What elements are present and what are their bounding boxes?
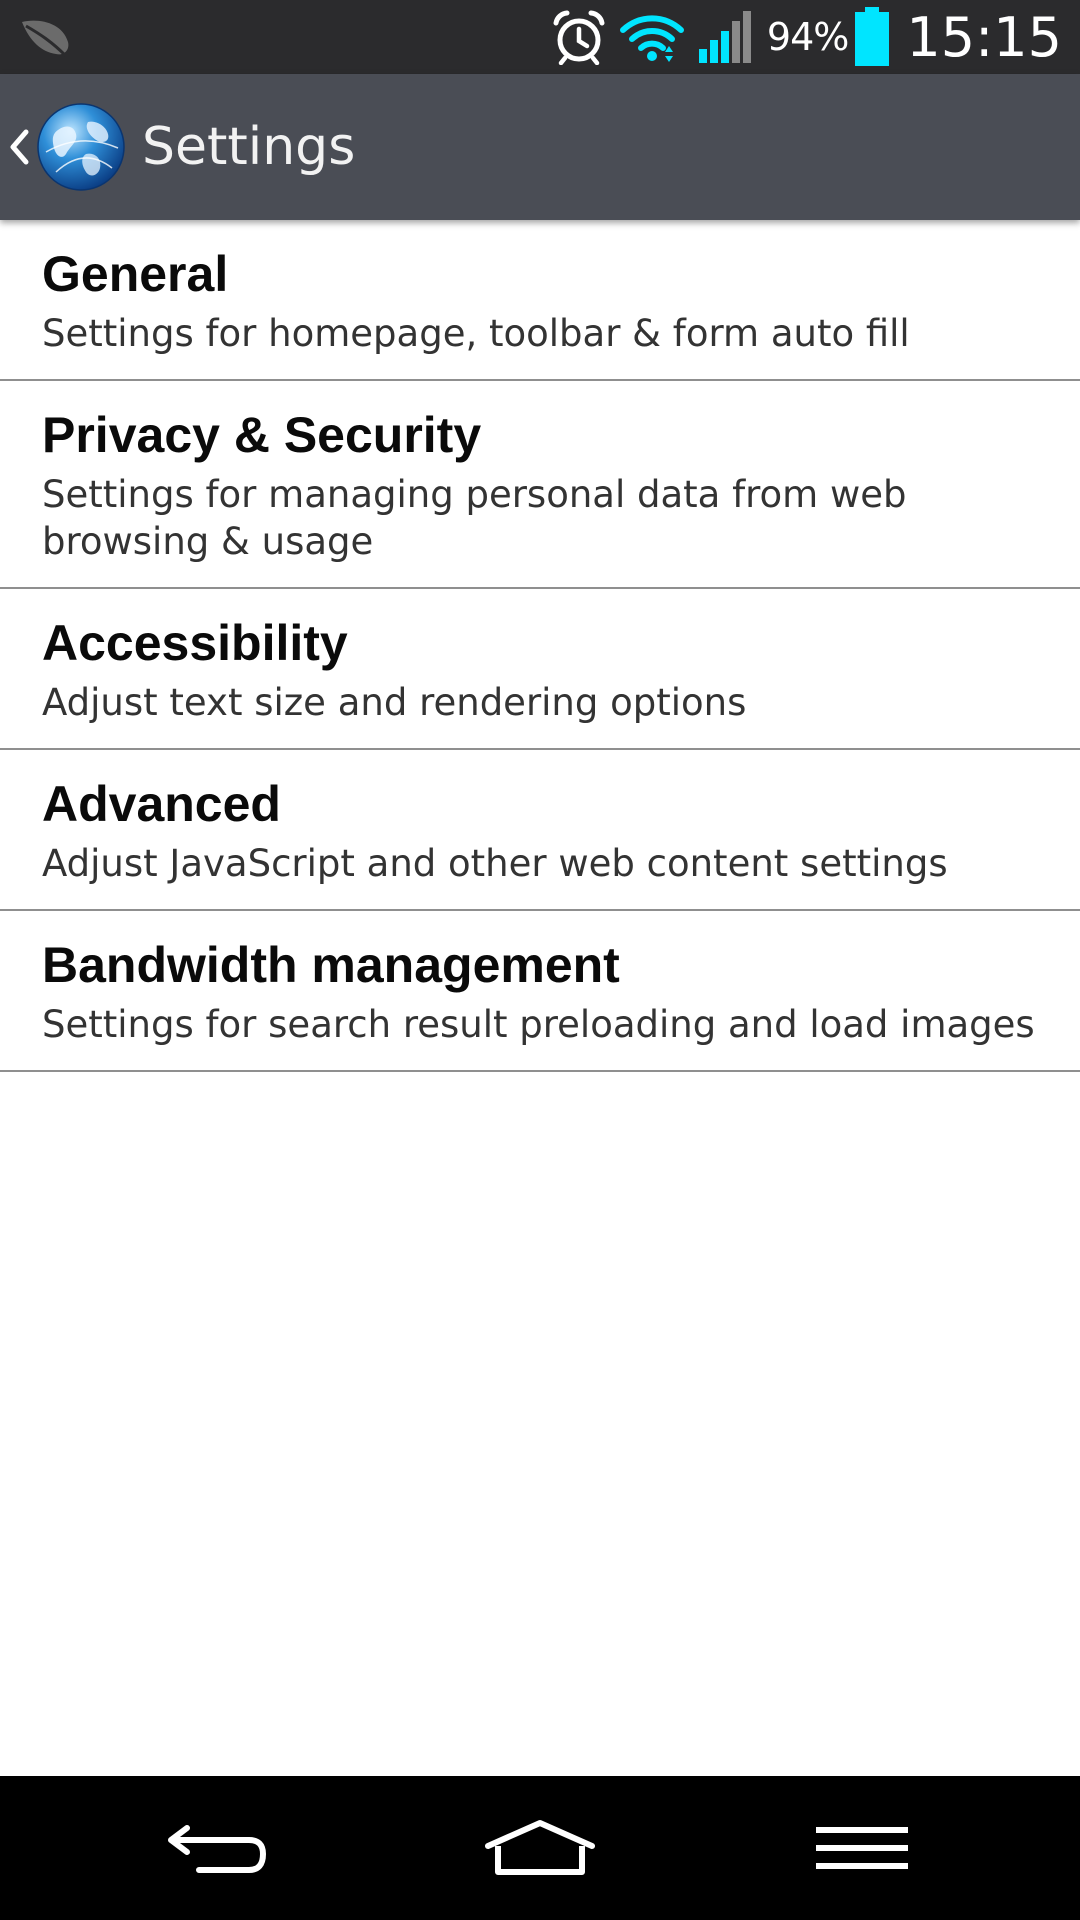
settings-item-title: Bandwidth management xyxy=(42,937,620,993)
settings-item-advanced[interactable]: Advanced Adjust JavaScript and other web… xyxy=(0,750,1080,911)
settings-item-summary: Adjust text size and rendering options xyxy=(42,681,747,724)
battery-icon xyxy=(855,7,890,66)
wifi-icon xyxy=(619,15,684,62)
nav-home-button[interactable] xyxy=(440,1776,640,1920)
settings-item-title: General xyxy=(42,246,229,302)
settings-item-summary: Settings for search result preloading an… xyxy=(42,1003,1035,1046)
chevron-left-icon[interactable] xyxy=(8,128,30,166)
nav-menu-button[interactable] xyxy=(762,1776,962,1920)
settings-item-general[interactable]: General Settings for homepage, toolbar &… xyxy=(0,220,1080,381)
signal-strength-icon xyxy=(698,11,751,63)
navigation-bar xyxy=(0,1776,1080,1920)
status-bar: 94% 15:15 xyxy=(0,0,1080,74)
alarm-clock-icon xyxy=(553,10,605,65)
screen: 94% 15:15 Settings General Settings for … xyxy=(0,0,1080,1920)
action-bar: Settings xyxy=(0,74,1080,220)
menu-icon xyxy=(816,1827,908,1869)
home-icon xyxy=(485,1820,595,1875)
globe-icon[interactable] xyxy=(36,102,126,192)
back-arrow-icon xyxy=(168,1825,267,1873)
settings-item-summary: Adjust JavaScript and other web content … xyxy=(42,842,948,885)
nav-back-button[interactable] xyxy=(118,1776,318,1920)
clock: 15:15 xyxy=(906,5,1062,69)
settings-item-title: Privacy & Security xyxy=(42,407,482,463)
settings-item-title: Advanced xyxy=(42,776,281,832)
settings-item-summary: Settings for homepage, toolbar & form au… xyxy=(42,312,910,355)
settings-item-summary: Settings for managing personal data from… xyxy=(42,473,907,563)
leaf-icon xyxy=(22,20,69,58)
settings-list: General Settings for homepage, toolbar &… xyxy=(0,220,1080,1072)
settings-item-accessibility[interactable]: Accessibility Adjust text size and rende… xyxy=(0,589,1080,750)
settings-item-bandwidth-management[interactable]: Bandwidth management Settings for search… xyxy=(0,911,1080,1072)
battery-percent: 94% xyxy=(766,15,849,59)
page-title: Settings xyxy=(142,117,356,177)
settings-item-title: Accessibility xyxy=(42,615,348,671)
settings-item-privacy-security[interactable]: Privacy & Security Settings for managing… xyxy=(0,381,1080,589)
status-icons: 94% 15:15 xyxy=(539,0,1062,74)
